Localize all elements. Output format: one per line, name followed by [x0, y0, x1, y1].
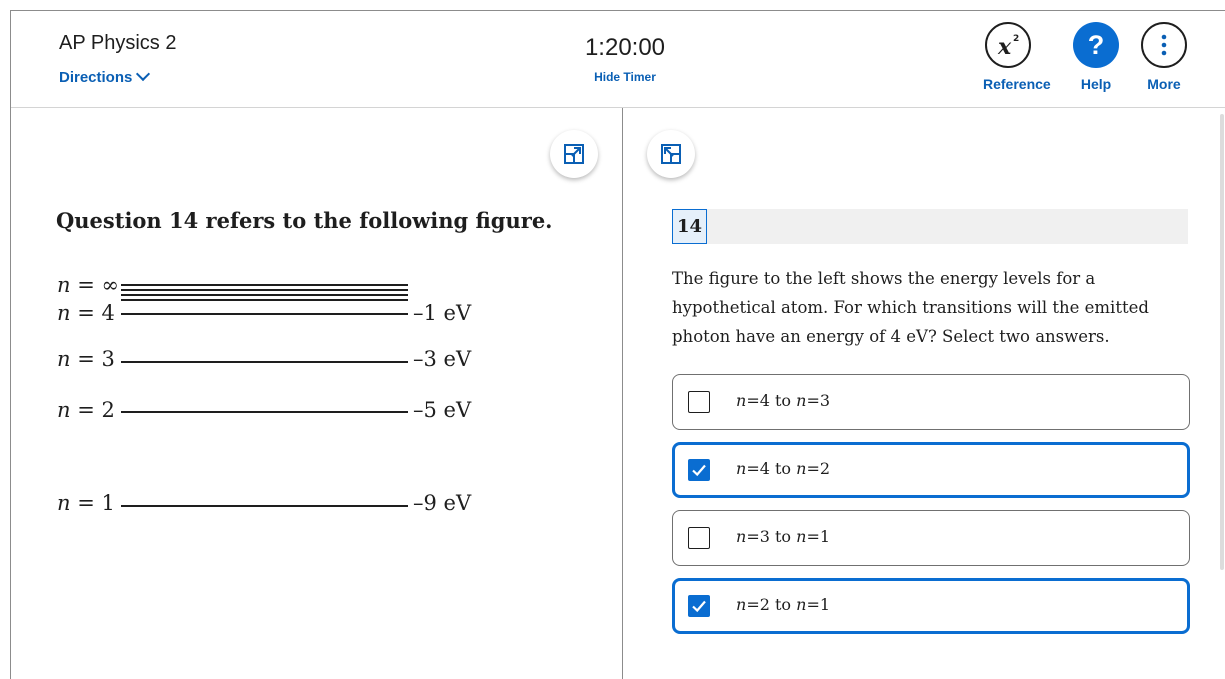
help-icon: ? [1073, 22, 1119, 68]
level-label-4: n = 4 [57, 301, 115, 325]
level-energy-1: –9 eV [413, 491, 472, 515]
question-number-bar: 14 [672, 209, 1188, 244]
answer-option-d[interactable]: n=2 to n=1 [672, 578, 1190, 634]
expand-right-panel-button[interactable] [647, 130, 695, 178]
reference-label: Reference [983, 76, 1051, 92]
answer-option-text: n=4 to n=2 [736, 459, 831, 478]
directions-label: Directions [59, 69, 133, 86]
answer-option-text: n=3 to n=1 [736, 527, 831, 546]
timer: 1:20:00 [584, 34, 666, 61]
checkbox[interactable] [688, 391, 710, 413]
level-line-infinity-4 [121, 299, 408, 301]
svg-text:2: 2 [1013, 34, 1019, 44]
level-label-1: n = 1 [57, 491, 115, 515]
level-label-3: n = 3 [57, 347, 115, 371]
checkbox-checked[interactable] [688, 459, 710, 481]
checkbox[interactable] [688, 527, 710, 549]
question-text: The figure to the left shows the energy … [672, 269, 1149, 346]
level-line-infinity-3 [121, 294, 408, 296]
question-number: 14 [672, 209, 707, 244]
level-line-infinity-2 [121, 289, 408, 291]
chevron-down-icon [136, 66, 151, 82]
answer-option-text: n=4 to n=3 [736, 391, 831, 410]
answer-option-c[interactable]: n=3 to n=1 [672, 510, 1190, 566]
level-line-1 [121, 505, 408, 507]
scrollbar[interactable] [1220, 114, 1224, 570]
svg-text:x: x [997, 34, 1012, 60]
help-button[interactable]: ? Help [1071, 22, 1121, 92]
level-label-2: n = 2 [57, 398, 115, 422]
stimulus-heading: Question 14 refers to the following figu… [56, 208, 553, 233]
top-toolbar: AP Physics 2 Directions 1:20:00 Hide Tim… [11, 11, 1225, 108]
level-line-3 [121, 361, 408, 363]
expand-left-panel-button[interactable] [550, 130, 598, 178]
collapse-icon [661, 144, 681, 164]
answer-option-b[interactable]: n=4 to n=2 [672, 442, 1190, 498]
formula-icon: x 2 [985, 22, 1031, 68]
level-energy-3: –3 eV [413, 347, 472, 371]
expand-icon [564, 144, 584, 164]
hide-timer-button[interactable]: Hide Timer [580, 70, 670, 84]
more-vertical-icon [1141, 22, 1187, 68]
directions-button[interactable]: Directions [59, 66, 151, 86]
reference-button[interactable]: x 2 Reference [983, 22, 1051, 92]
level-line-4 [121, 313, 408, 315]
level-energy-2: –5 eV [413, 398, 472, 422]
more-label: More [1147, 76, 1181, 92]
checkbox-checked[interactable] [688, 595, 710, 617]
help-label: Help [1080, 76, 1112, 92]
level-line-2 [121, 411, 408, 413]
more-button[interactable]: More [1139, 22, 1189, 92]
answer-option-text: n=2 to n=1 [736, 595, 831, 614]
level-label-infinity: n = ∞ [57, 273, 119, 297]
answer-option-a[interactable]: n=4 to n=3 [672, 374, 1190, 430]
checkmark-icon [692, 464, 706, 477]
checkmark-icon [692, 600, 706, 613]
level-energy-4: –1 eV [413, 301, 472, 325]
level-line-infinity-1 [121, 284, 408, 286]
course-title: AP Physics 2 [59, 32, 177, 54]
panel-divider[interactable] [622, 108, 623, 679]
